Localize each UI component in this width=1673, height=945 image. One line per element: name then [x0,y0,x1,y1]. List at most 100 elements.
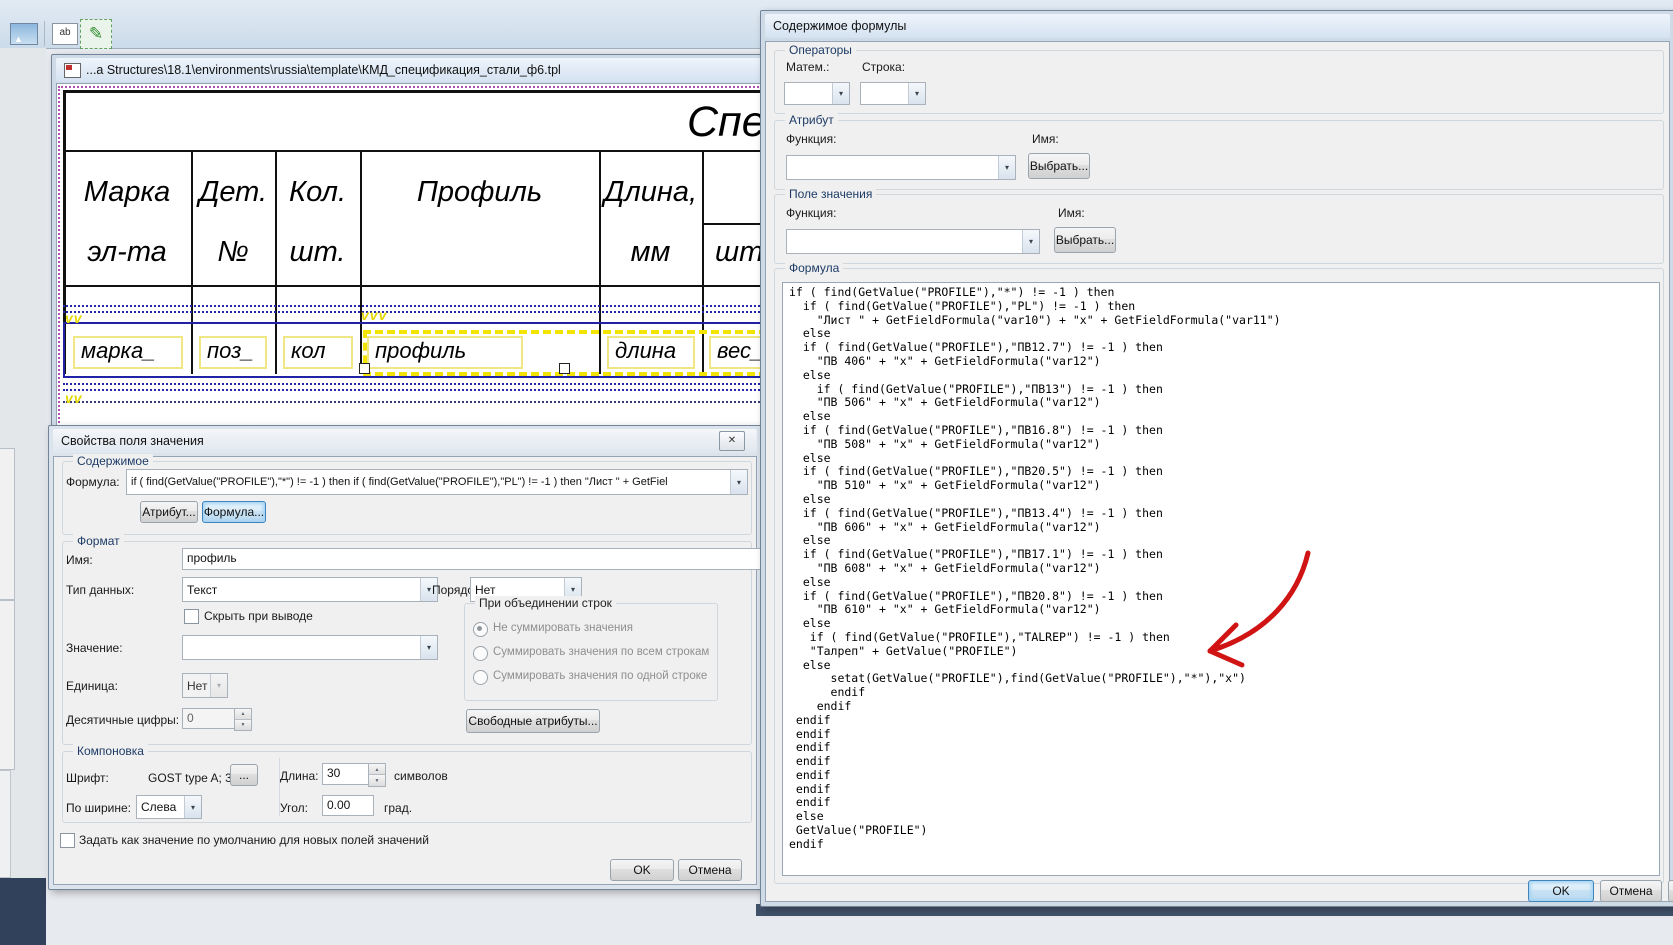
toolbar-separator [44,21,45,46]
valuefield-marka[interactable]: марка_ [73,336,183,369]
row-marker-vvv: vvv [361,307,387,323]
name-input[interactable]: профиль [182,548,796,570]
chevron-down-icon[interactable]: ▾ [420,636,437,659]
align-combo[interactable]: Слева ▾ [136,795,202,819]
formula-ok-button[interactable]: OK [1528,880,1594,902]
attribute-select-button[interactable]: Выбрать... [1028,153,1090,179]
abc-icon-glyph: ab [59,27,70,38]
formula-cancel-button[interactable]: Отмена [1600,880,1662,902]
properties-ok-button[interactable]: OK [610,859,674,881]
group-formula-label: Формула [785,261,843,275]
string-operator-combo[interactable]: ▾ [860,82,926,105]
align-label: По ширине: [66,801,131,815]
align-combo-value: Слева [141,796,183,818]
decimals-label: Десятичные цифры: [66,713,179,727]
formula-dialog-titlebar[interactable]: Содержимое формулы [765,14,1670,38]
chevron-down-icon[interactable]: ▾ [730,470,747,494]
unit-combo-value: Нет [187,674,209,697]
free-attributes-button[interactable]: Свободные атрибуты... [466,709,600,733]
spin-down-icon[interactable]: ▼ [235,719,251,731]
math-operator-label: Матем.: [786,60,830,74]
header-col1-line1: Марка [63,176,191,209]
formula-combo[interactable]: if ( find(GetValue("PROFILE"),"*") != -1… [126,469,748,495]
group-format-label: Формат [73,534,124,548]
unit-combo[interactable]: Нет ▾ [182,673,228,698]
radio-no-sum[interactable] [473,622,488,637]
abc-text-icon[interactable]: ab [52,23,78,45]
properties-close-button[interactable]: ✕ [719,431,745,451]
radio-sum-all-rows-label: Суммировать значения по всем строкам [493,646,709,658]
math-operator-combo[interactable]: ▾ [784,82,850,105]
angle-label: Угол: [280,801,308,815]
properties-dialog-titlebar[interactable]: Свойства поля значения [53,429,757,453]
valuefield-marka-text: марка_ [81,338,155,364]
chevron-down-icon[interactable]: ▾ [998,156,1015,179]
datatype-combo[interactable]: Текст ▾ [182,577,438,602]
default-value-checkbox[interactable] [60,833,75,848]
radio-no-sum-label: Не суммировать значения [493,622,633,634]
attribute-button[interactable]: Атрибут... [140,501,198,523]
desktop: ▲ ab ✎ ...a Structures\18.1\environments… [0,0,1673,945]
selection-handle-right[interactable] [559,363,570,374]
attribute-function-combo[interactable]: ▾ [786,155,1016,180]
radio-sum-all-rows[interactable] [473,646,488,661]
chevron-down-icon: ▾ [210,674,227,697]
group-layout-label: Компоновка [73,744,148,758]
font-browse-button[interactable]: ... [230,764,258,786]
valuefield-select-button[interactable]: Выбрать... [1054,227,1116,253]
template-icon [64,63,81,78]
chevron-down-icon[interactable]: ▾ [184,796,201,818]
selection-handle-left[interactable] [359,363,370,374]
value-combo[interactable]: ▾ [182,635,438,660]
length-input[interactable]: 30 [322,763,370,785]
valuefield-function-label: Функция: [786,206,836,220]
name-label: Имя: [66,553,93,567]
edit-pencil-icon[interactable]: ✎ [80,19,112,49]
close-icon: ✕ [728,435,736,446]
row-marker-vv-top: vv [65,310,83,326]
group-merge-rows: При объединении строк Не суммировать зна… [464,603,718,701]
valuefield-name-label: Имя: [1058,206,1085,220]
header-col1-line2: эл-та [63,236,191,269]
chevron-down-icon[interactable]: ▾ [908,83,925,104]
font-value: GOST type A; 3 [148,771,232,785]
template-icon-mark [66,65,72,70]
formula-code-area[interactable]: if ( find(GetValue("PROFILE"),"*") != -1… [782,282,1660,876]
pencil-icon-glyph: ✎ [89,24,103,43]
length-label: Длина: [280,769,318,783]
header-col3-line2: шт. [275,236,360,269]
page-boundary-left [58,86,60,446]
decimals-input[interactable]: 0 [182,708,236,729]
hide-on-output-checkbox[interactable] [184,609,199,624]
angle-input[interactable]: 0.00 [322,795,374,816]
spin-down-icon[interactable]: ▼ [369,774,385,786]
radio-sum-one-row[interactable] [473,670,488,685]
group-value-field-label: Поле значения [785,187,876,201]
attribute-name-label: Имя: [1032,132,1059,146]
left-panel-fragment [0,600,15,770]
attribute-function-label: Функция: [786,132,836,146]
string-operator-value [865,83,907,104]
image-icon[interactable]: ▲ [10,23,38,45]
valuefield-kol[interactable]: кол [283,336,353,369]
valuefield-poz-text: поз_ [207,338,254,364]
header-col4-line1: Профиль [360,176,599,209]
group-merge-rows-label: При объединении строк [475,596,616,610]
formula-content-dialog: Содержимое формулы Операторы Матем.: Стр… [760,10,1673,907]
valuefield-poz[interactable]: поз_ [199,336,267,369]
valuefield-function-combo[interactable]: ▾ [786,229,1040,254]
hide-on-output-label: Скрыть при выводе [204,609,313,623]
group-operators-label: Операторы [785,43,856,57]
formula-apply-button[interactable]: Применить [1668,880,1673,902]
radio-selected-dot [477,626,482,631]
formula-button[interactable]: Формула... [202,501,266,523]
length-spinner[interactable]: ▲ ▼ [368,763,386,787]
radio-sum-one-row-label: Суммировать значения по одной строке [493,670,707,682]
properties-cancel-button[interactable]: Отмена [678,859,742,881]
chevron-down-icon[interactable]: ▾ [1022,230,1039,253]
header-col5-line2: мм [599,236,702,269]
default-value-label: Задать как значение по умолчанию для нов… [79,833,429,847]
chevron-down-icon[interactable]: ▾ [832,83,849,104]
left-panel-fragment [0,448,15,600]
decimals-spinner[interactable]: ▲ ▼ [234,708,252,731]
